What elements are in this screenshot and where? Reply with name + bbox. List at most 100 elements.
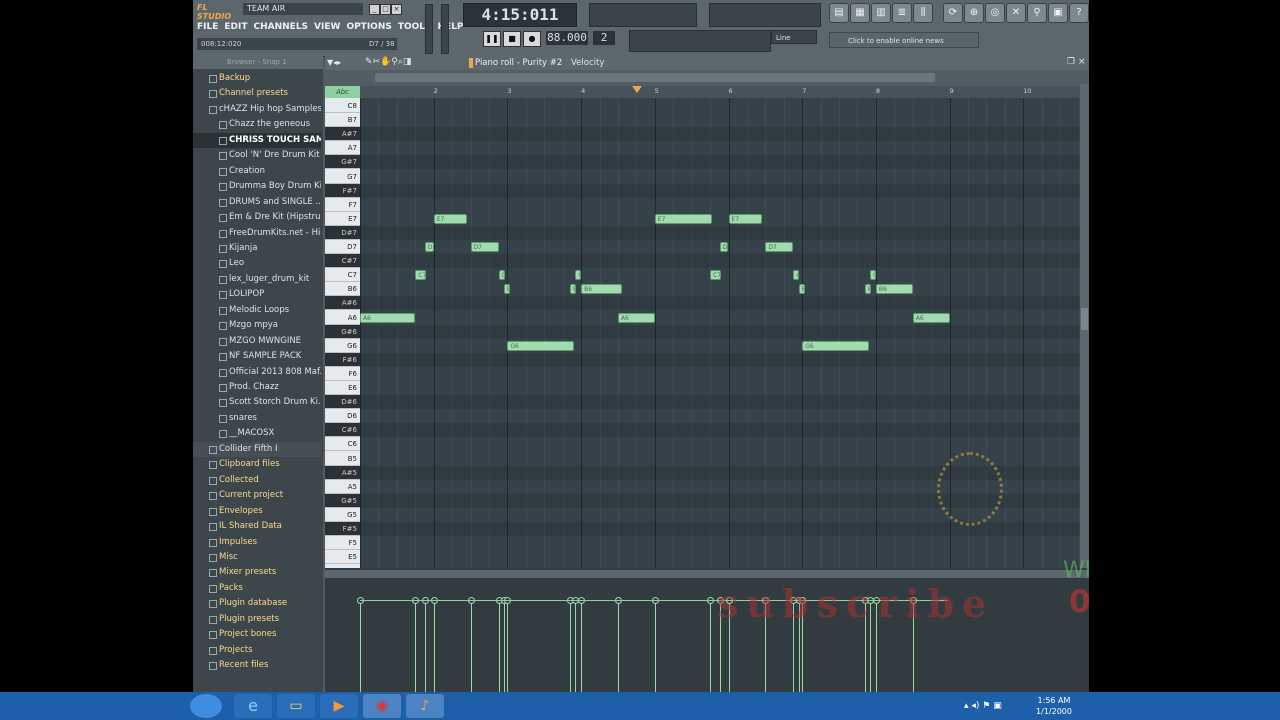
velocity-bar[interactable]: [710, 602, 712, 692]
browser-item[interactable]: Creation: [193, 164, 321, 179]
mixer-icon[interactable]: ⫼: [913, 3, 933, 23]
piano-key[interactable]: F#6: [325, 352, 360, 367]
piano-key[interactable]: D6: [325, 409, 360, 424]
piano-key[interactable]: A#5: [325, 465, 360, 480]
piano-key[interactable]: E5: [325, 550, 360, 565]
note[interactable]: D7: [424, 242, 434, 252]
restore-icon[interactable]: □: [380, 4, 391, 15]
velocity-bar[interactable]: [498, 602, 500, 692]
velocity-bar[interactable]: [415, 602, 417, 692]
search-icon[interactable]: ⚲: [1027, 3, 1047, 23]
tempo-display[interactable]: 88.000: [546, 31, 588, 45]
velocity-bar[interactable]: [617, 602, 619, 692]
piano-key[interactable]: A#6: [325, 296, 360, 311]
browser-item[interactable]: LOLIPOP: [193, 287, 321, 302]
help-icon[interactable]: ?: [1069, 3, 1089, 23]
wave-icon[interactable]: ◎: [985, 3, 1005, 23]
browser-icon[interactable]: ≣: [892, 3, 912, 23]
tray-icons[interactable]: ▴ ◂) ⚑ ▣: [964, 701, 1002, 711]
master-volume-slider[interactable]: [425, 4, 433, 54]
velocity-bar[interactable]: [570, 602, 572, 692]
piano-roll-restore-icon[interactable]: ❐: [1067, 57, 1075, 67]
note[interactable]: C7: [793, 270, 800, 281]
velocity-bar[interactable]: [581, 602, 583, 692]
browser-item[interactable]: cHAZZ Hip hop Samples: [193, 102, 321, 117]
velocity-selector[interactable]: Velocity: [571, 56, 604, 70]
note[interactable]: G6: [507, 340, 574, 351]
browser-item[interactable]: __MACOSX: [193, 426, 321, 441]
velocity-bar[interactable]: [503, 602, 505, 692]
vertical-scrollbar[interactable]: [1080, 84, 1089, 568]
note[interactable]: E7: [654, 213, 713, 224]
browser-item[interactable]: Projects: [193, 643, 321, 658]
piano-key[interactable]: G#7: [325, 155, 360, 170]
browser-item[interactable]: Drumma Boy Drum Kit: [193, 179, 321, 194]
note[interactable]: E7: [433, 213, 467, 224]
piano-key[interactable]: F#7: [325, 183, 360, 198]
velocity-bar[interactable]: [575, 602, 577, 692]
browser-item[interactable]: Melodic Loops: [193, 303, 321, 318]
pause-button[interactable]: ❚❚: [483, 31, 501, 47]
recording-options[interactable]: [629, 30, 771, 52]
taskbar-clock[interactable]: 1:56 AM 1/1/2000: [1026, 695, 1082, 717]
browser-item[interactable]: Cool 'N' Dre Drum Kit 2: [193, 148, 321, 163]
browser-item[interactable]: Kijanja: [193, 241, 321, 256]
browser-item[interactable]: Official 2013 808 Maf...: [193, 365, 321, 380]
piano-key[interactable]: C6: [325, 437, 360, 452]
piano-key[interactable]: B6: [325, 282, 360, 297]
record-button[interactable]: ●: [523, 31, 541, 47]
browser-item[interactable]: Plugin database: [193, 596, 321, 611]
browser-item[interactable]: Project bones: [193, 627, 321, 642]
note[interactable]: D7: [765, 242, 794, 252]
piano-roll-tools-icon[interactable]: ✎✂✋⚲⌕◨: [365, 57, 411, 67]
browser-item[interactable]: Clipboard files: [193, 457, 321, 472]
note[interactable]: A6: [617, 312, 655, 323]
plugin-icon[interactable]: ⊕: [964, 3, 984, 23]
browser-item[interactable]: Recent files: [193, 658, 321, 673]
event-divider[interactable]: [325, 570, 1089, 578]
menu-file[interactable]: FILE: [197, 20, 218, 34]
piano-key[interactable]: A6: [325, 311, 360, 325]
vertical-scroll-thumb[interactable]: [1081, 308, 1088, 330]
piano-key[interactable]: D#6: [325, 395, 360, 410]
menu-view[interactable]: VIEW: [314, 20, 340, 34]
piano-key[interactable]: E7: [325, 212, 360, 226]
cpu-icon[interactable]: ⟳: [943, 3, 963, 23]
browser-item[interactable]: Prod. Chazz: [193, 380, 321, 395]
browser-item[interactable]: Collider Fifth I: [193, 441, 321, 457]
note[interactable]: A6: [912, 312, 950, 323]
piano-key[interactable]: G7: [325, 170, 360, 184]
tools-icon[interactable]: ✕: [1006, 3, 1026, 23]
master-pitch-slider[interactable]: [441, 4, 449, 54]
step-sequencer-icon[interactable]: ▦: [850, 3, 870, 23]
piano-key[interactable]: A7: [325, 141, 360, 156]
menu-edit[interactable]: EDIT: [224, 20, 247, 34]
piano-key[interactable]: G5: [325, 508, 360, 522]
piano-key[interactable]: C#7: [325, 254, 360, 269]
note[interactable]: B6: [570, 284, 577, 295]
pattern-selector[interactable]: 2: [593, 31, 615, 45]
note[interactable]: C7: [870, 270, 876, 281]
velocity-bar[interactable]: [470, 602, 472, 692]
piano-key[interactable]: G6: [325, 339, 360, 353]
piano-key[interactable]: C#6: [325, 423, 360, 438]
note[interactable]: B6: [798, 284, 805, 295]
browser-item[interactable]: Plugin presets: [193, 612, 321, 627]
browser-item[interactable]: Envelopes: [193, 504, 321, 519]
note[interactable]: D7: [470, 242, 499, 252]
note[interactable]: C7: [575, 270, 582, 281]
piano-keyboard[interactable]: C8 B7 A#7 A7 G#7 G7 F#7 F7 E7 D#7 D7 C#7 C7 B6 A#6 A6 G#…: [325, 98, 360, 568]
velocity-bar[interactable]: [360, 602, 361, 692]
piano-key[interactable]: A#7: [325, 127, 360, 142]
browser-item[interactable]: Collected: [193, 473, 321, 488]
browser-item[interactable]: Mixer presets: [193, 565, 321, 580]
browser-item[interactable]: Current project: [193, 488, 321, 503]
piano-roll-close-icon[interactable]: ×: [1078, 57, 1086, 67]
piano-key[interactable]: F5: [325, 536, 360, 551]
browser-item[interactable]: Mzgo mpya: [193, 318, 321, 333]
velocity-bar[interactable]: [654, 602, 656, 692]
scroll-thumb[interactable]: [375, 73, 935, 82]
browser-item[interactable]: lex_luger_drum_kit: [193, 272, 321, 287]
note[interactable]: C7: [415, 270, 427, 281]
browser-item[interactable]: Leo: [193, 256, 321, 271]
